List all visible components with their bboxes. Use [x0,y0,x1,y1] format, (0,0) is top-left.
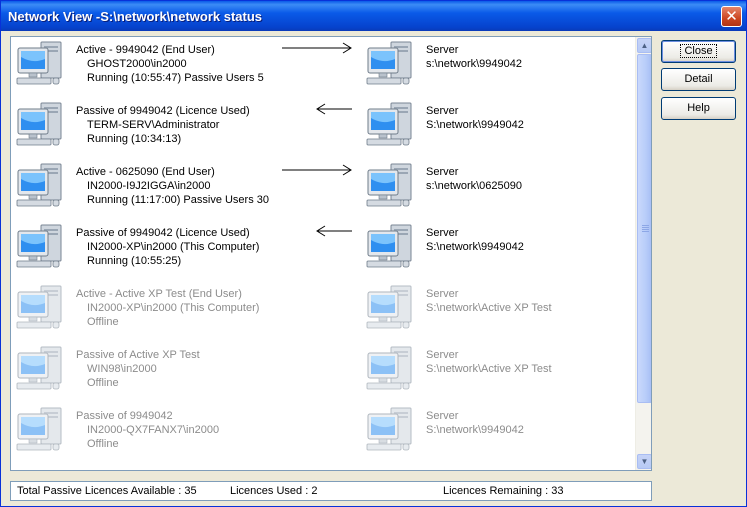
scroll-thumb[interactable] [637,54,651,403]
connection-title: Active - 0625090 (End User) [76,166,215,178]
detail-button[interactable]: Detail [661,68,736,91]
connection-title: Passive of Active XP Test [76,349,200,361]
window-close-button[interactable]: ✕ [721,6,742,27]
computer-icon [365,406,415,454]
server-label: Server [426,227,459,239]
server-label: Server [426,44,459,56]
connection-state: Running (11:17:00) Passive Users 30 [87,194,270,206]
server-path: S:\network\9949042 [426,241,524,253]
computer-icon [15,40,65,88]
connection-title: Active - 9949042 (End User) [76,44,215,56]
computer-icon [15,162,65,210]
computer-icon [15,406,65,454]
licences-used-text: Licences Used : 2 [230,485,318,497]
help-button[interactable]: Help [661,97,736,120]
computer-icon [365,162,415,210]
connection-user: IN2000-I9J2IGGA\in2000 [87,180,211,192]
thumb-grip [642,231,649,232]
connection-user: TERM-SERV\Administrator [87,119,220,131]
server-path: s:\network\0625090 [426,180,523,192]
computer-icon [15,101,65,149]
scroll-up-button[interactable]: ▲ [637,38,651,53]
computer-icon [15,345,65,393]
server-label: Server [426,105,459,117]
server-path: S:\network\Active XP Test [426,363,552,375]
connection-user: WIN98\in2000 [87,363,157,375]
arrow-left-icon [316,103,352,115]
server-path: S:\network\9949042 [426,119,524,131]
connection-state: Running (10:55:47) Passive Users 5 [87,72,264,84]
title-bar[interactable]: Network View -S:\network\network status … [1,1,746,31]
close-button[interactable]: Close [661,40,736,63]
close-button-label: Close [680,44,717,58]
connection-list: Active - 9949042 (End User) GHOST2000\in2… [10,36,652,471]
connection-row[interactable]: Passive of 9949042 (Licence Used) IN2000-… [11,220,633,281]
connection-state: Offline [87,316,119,328]
connection-row[interactable]: Passive of 9949042 (Licence Used) TERM-SE… [11,98,633,159]
connection-row[interactable]: Passive of Active XP Test WIN98\in2000 Off… [11,342,633,403]
connection-state: Running (10:34:13) [87,133,182,145]
connection-title: Passive of 9949042 [76,410,173,422]
licences-remaining-text: Licences Remaining : 33 [443,485,564,497]
thumb-grip [642,225,649,226]
total-licences-text: Total Passive Licences Available : 35 [17,485,197,497]
window-title: Network View -S:\network\network status [8,9,263,24]
connection-title: Passive of 9949042 (Licence Used) [76,227,250,239]
connection-user: IN2000-XP\in2000 (This Computer) [87,302,260,314]
computer-icon [365,40,415,88]
arrow-left-icon [316,225,352,237]
connection-state: Running (10:55:25) [87,255,182,267]
connection-state: Offline [87,438,119,450]
computer-icon [365,223,415,271]
connection-title: Passive of 9949042 (Licence Used) [76,105,250,117]
network-view-window: Network View -S:\network\network status … [0,0,747,507]
connection-user: GHOST2000\in2000 [87,58,187,70]
connection-title: Active - Active XP Test (End User) [76,288,242,300]
connection-row[interactable]: Passive of 9949042 IN2000-QX7FANX7\in2000… [11,403,633,464]
computer-icon [365,345,415,393]
computer-icon [365,101,415,149]
connection-row[interactable]: Active - 0625090 (End User) IN2000-I9J2IG… [11,159,633,220]
scroll-down-button[interactable]: ▼ [637,454,651,469]
server-path: s:\network\9949042 [426,58,523,70]
computer-icon [15,284,65,332]
connection-state: Offline [87,377,119,389]
server-path: S:\network\Active XP Test [426,302,552,314]
thumb-grip [642,229,649,230]
arrow-right-icon [282,164,352,176]
server-label: Server [426,288,459,300]
computer-icon [365,284,415,332]
vertical-scrollbar[interactable]: ▲ ▼ [635,37,651,470]
arrow-right-icon [282,42,352,54]
status-bar: Total Passive Licences Available : 35 Li… [10,481,652,501]
thumb-grip [642,227,649,228]
server-path: S:\network\9949042 [426,424,524,436]
server-label: Server [426,166,459,178]
connection-row[interactable]: Active - 9949042 (End User) GHOST2000\in2… [11,37,633,98]
server-label: Server [426,349,459,361]
server-label: Server [426,410,459,422]
computer-icon [15,223,65,271]
connection-user: IN2000-QX7FANX7\in2000 [87,424,220,436]
connection-row[interactable]: Active - Active XP Test (End User) IN2000… [11,281,633,342]
connection-user: IN2000-XP\in2000 (This Computer) [87,241,260,253]
